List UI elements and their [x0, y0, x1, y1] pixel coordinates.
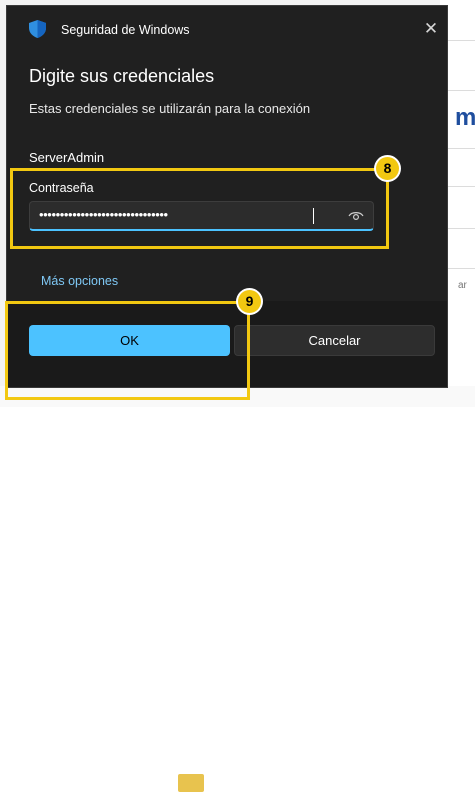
dialog-heading: Digite sus credenciales — [29, 66, 215, 86]
annotation-badge: 8 — [376, 157, 399, 180]
shield-icon — [29, 20, 46, 38]
username-label: ServerAdmin — [29, 150, 105, 165]
more-options-link[interactable]: Más opciones — [41, 274, 118, 288]
folder-icon — [178, 774, 204, 792]
close-icon[interactable]: ✕ — [421, 19, 441, 39]
annotation-badge: 9 — [238, 290, 261, 313]
dialog-title: Seguridad de Windows — [61, 23, 190, 37]
dialog-titlebar: Seguridad de Windows ✕ — [7, 6, 447, 52]
annotation-highlight-ok — [5, 301, 250, 400]
background-text-fragment: ar — [458, 280, 467, 291]
dialog-description: Estas credenciales se utilizarán para la… — [29, 101, 311, 116]
cancel-button[interactable]: Cancelar — [234, 325, 435, 356]
background-text-fragment: m — [455, 104, 475, 131]
annotation-highlight-password — [10, 168, 389, 249]
